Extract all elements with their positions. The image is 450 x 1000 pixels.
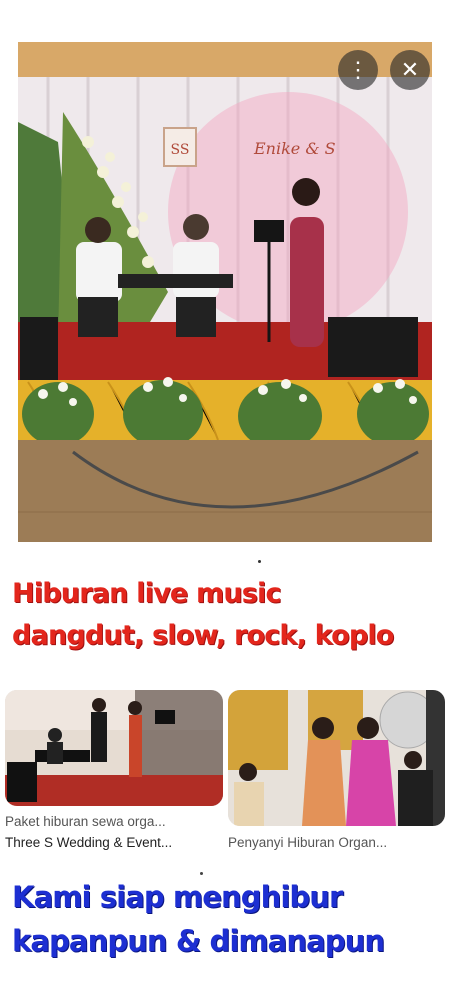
caption-bottom-line2: kapanpun & dimanapun: [12, 924, 385, 958]
band-stage-photo: SS Enike & S: [18, 42, 432, 542]
close-button[interactable]: ✕: [390, 50, 430, 90]
wedding-band-photo: [5, 690, 223, 806]
result-thumbnail[interactable]: [228, 690, 445, 826]
caption-bottom-line1: Kami siap menghibur: [12, 880, 343, 914]
result-card-2[interactable]: Penyanyi Hiburan Organ...: [228, 690, 445, 850]
divider-dot: [200, 872, 203, 875]
sign-monogram: SS: [171, 142, 190, 158]
sign-names: Enike & S: [253, 139, 336, 158]
result-thumbnail[interactable]: [5, 690, 223, 806]
result-title[interactable]: Paket hiburan sewa orga...: [5, 814, 223, 829]
close-icon: ✕: [400, 57, 420, 82]
divider-dot: [258, 560, 261, 563]
caption-top-line1: Hiburan live music: [12, 578, 281, 609]
main-image[interactable]: SS Enike & S: [18, 42, 432, 542]
vertical-dots-icon: ⋮: [347, 57, 369, 82]
result-source[interactable]: Three S Wedding & Event...: [5, 835, 223, 850]
more-options-button[interactable]: ⋮: [338, 50, 378, 90]
caption-top-line2: dangdut, slow, rock, koplo: [12, 620, 394, 651]
result-title[interactable]: Penyanyi Hiburan Organ...: [228, 835, 445, 850]
singers-photo: [228, 690, 445, 826]
result-card-1[interactable]: Paket hiburan sewa orga... Three S Weddi…: [5, 690, 223, 850]
status-bar: [0, 0, 450, 40]
